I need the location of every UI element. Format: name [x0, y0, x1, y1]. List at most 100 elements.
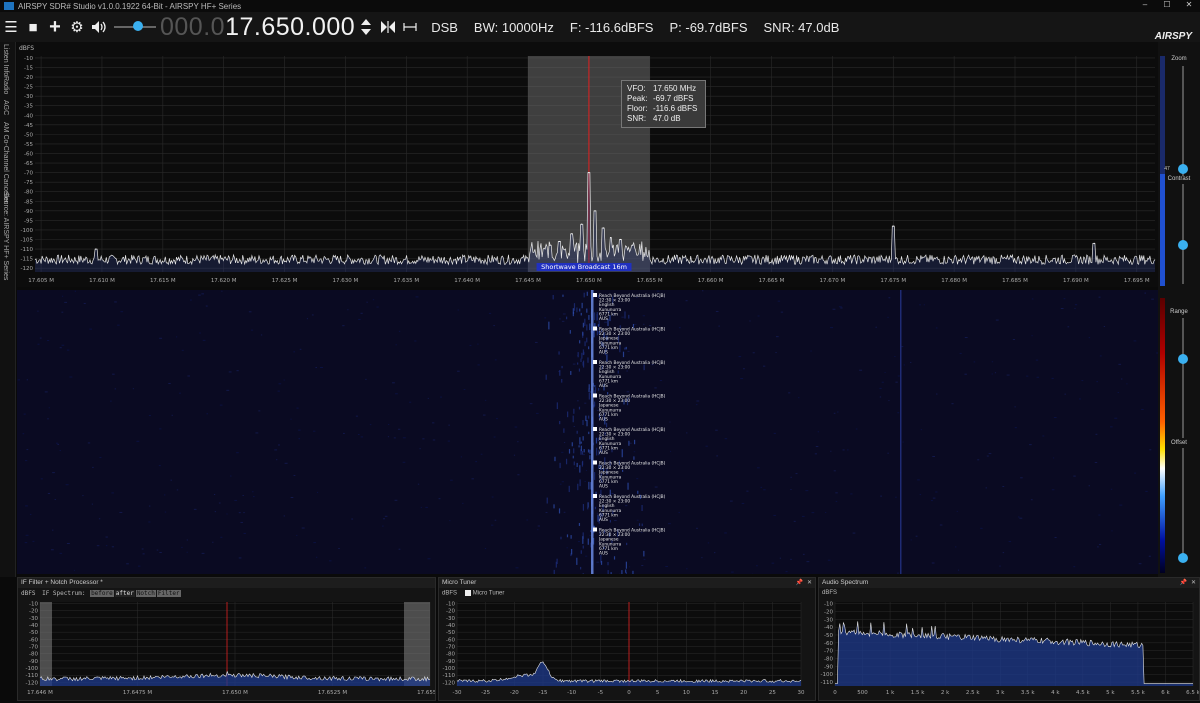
- tune-step-icon[interactable]: [355, 12, 377, 42]
- noise-speck: [313, 542, 316, 543]
- signal-streak: [566, 459, 567, 465]
- pin-icon[interactable]: 📌: [796, 578, 803, 588]
- noise-speck: [159, 428, 161, 429]
- noise-speck: [56, 443, 58, 444]
- signal-streak: [641, 505, 642, 511]
- noise-speck: [818, 431, 819, 432]
- signal-streak: [574, 462, 575, 466]
- noise-speck: [679, 327, 681, 328]
- if-spectrum-plot[interactable]: -10-20-30-40-50-60-70-80-90-100-110-1201…: [18, 598, 435, 698]
- noise-speck: [614, 520, 617, 521]
- noise-speck: [940, 524, 943, 525]
- noise-speck: [226, 390, 229, 391]
- noise-speck: [234, 500, 237, 501]
- noise-speck: [230, 475, 231, 476]
- contrast-knob[interactable]: [1178, 240, 1188, 250]
- maximize-button[interactable]: ☐: [1156, 0, 1178, 9]
- minimize-button[interactable]: –: [1134, 0, 1156, 9]
- y-tick-label: -100: [21, 228, 34, 234]
- signal-streak: [567, 534, 568, 537]
- noise-speck: [584, 481, 586, 482]
- noise-speck: [702, 290, 703, 291]
- close-icon[interactable]: ✕: [1191, 578, 1196, 588]
- close-button[interactable]: ✕: [1178, 0, 1200, 9]
- noise-speck: [850, 493, 852, 494]
- noise-speck: [654, 387, 656, 388]
- noise-speck: [776, 336, 779, 337]
- pin-icon[interactable]: 📌: [1180, 578, 1187, 588]
- noise-speck: [644, 559, 646, 560]
- noise-speck: [448, 441, 450, 442]
- tab-agc[interactable]: AGC: [2, 100, 9, 115]
- noise-speck: [649, 325, 651, 326]
- noise-speck: [514, 455, 515, 456]
- offset-knob[interactable]: [1178, 553, 1188, 563]
- y-tick-label: -120: [26, 680, 39, 686]
- noise-speck: [356, 416, 358, 417]
- frequency-display[interactable]: 000.017.650.000: [160, 13, 355, 42]
- noise-speck: [773, 515, 776, 516]
- noise-speck: [774, 433, 776, 434]
- noise-speck: [187, 552, 188, 553]
- speaker-icon[interactable]: [88, 12, 110, 42]
- center-tune-icon[interactable]: [377, 12, 399, 42]
- volume-knob[interactable]: [133, 21, 143, 31]
- add-icon[interactable]: +: [44, 12, 66, 42]
- y-tick-label: -50: [24, 132, 33, 138]
- spectrum-analyzer[interactable]: dBFS-10-15-20-25-30-35-40-45-50-55-60-65…: [17, 42, 1158, 287]
- noise-speck: [181, 547, 182, 548]
- micro-tuner-plot[interactable]: -10-20-30-40-50-60-70-80-90-100-110-120-…: [439, 598, 815, 698]
- noise-speck: [202, 553, 205, 554]
- zoom-knob[interactable]: [1178, 164, 1188, 174]
- noise-speck: [834, 413, 836, 414]
- signal-streak: [601, 561, 602, 565]
- spectrum-plot[interactable]: dBFS-10-15-20-25-30-35-40-45-50-55-60-65…: [17, 42, 1158, 287]
- noise-speck: [753, 352, 755, 353]
- signal-streak: [623, 352, 624, 357]
- noise-speck: [696, 400, 699, 401]
- stop-icon[interactable]: ■: [22, 12, 44, 42]
- mode-label[interactable]: DSB: [431, 20, 458, 35]
- volume-slider[interactable]: [112, 12, 158, 42]
- after-button[interactable]: after: [115, 590, 135, 597]
- tab-listen-info[interactable]: Listen Info: [2, 44, 9, 76]
- noise-speck: [916, 536, 918, 537]
- level-bar-fill: [1160, 174, 1165, 286]
- tab-source[interactable]: Source: AIRSPY HF+ Series: [2, 192, 9, 280]
- noise-speck: [27, 379, 28, 380]
- noise-speck: [18, 379, 20, 380]
- range-knob[interactable]: [1178, 354, 1188, 364]
- noise-speck: [203, 340, 206, 341]
- noise-speck: [665, 566, 668, 567]
- tab-radio[interactable]: Radio: [2, 76, 9, 94]
- before-button[interactable]: before: [90, 590, 114, 597]
- notch-button[interactable]: Notch: [136, 590, 156, 597]
- noise-speck: [133, 388, 134, 389]
- noise-speck: [537, 529, 538, 530]
- audio-toolbar: dBFS: [819, 588, 1199, 598]
- noise-speck: [696, 404, 698, 405]
- noise-speck: [485, 400, 486, 401]
- noise-speck: [1036, 360, 1038, 361]
- noise-speck: [917, 479, 920, 480]
- noise-speck: [859, 370, 862, 371]
- noise-speck: [470, 345, 472, 346]
- micro-tuner-checkbox[interactable]: [465, 590, 471, 596]
- signal-streak: [562, 295, 563, 297]
- filter-button[interactable]: Filter: [157, 590, 181, 597]
- close-icon[interactable]: ✕: [807, 578, 812, 588]
- noise-speck: [815, 453, 817, 454]
- station-country: AUS: [599, 450, 608, 456]
- display-settings-panel: Zoom 47 Contrast Range Offset: [1158, 42, 1200, 577]
- waterfall-display[interactable]: Reach Beyond Australia (HCJB)22:30 × 23:…: [17, 290, 1158, 574]
- menu-icon[interactable]: ☰: [0, 12, 22, 42]
- audio-spectrum-plot[interactable]: -10-20-30-40-50-60-70-80-90-100-11005001…: [819, 598, 1199, 698]
- waterfall-plot[interactable]: Reach Beyond Australia (HCJB)22:30 × 23:…: [17, 290, 1158, 574]
- gear-icon[interactable]: ⚙: [66, 12, 88, 42]
- bandwidth-icon[interactable]: [399, 12, 421, 42]
- noise-speck: [448, 425, 450, 426]
- station-marker-icon: [593, 360, 597, 364]
- noise-speck: [475, 461, 477, 462]
- station-marker-icon: [593, 461, 597, 465]
- noise-speck: [329, 560, 331, 561]
